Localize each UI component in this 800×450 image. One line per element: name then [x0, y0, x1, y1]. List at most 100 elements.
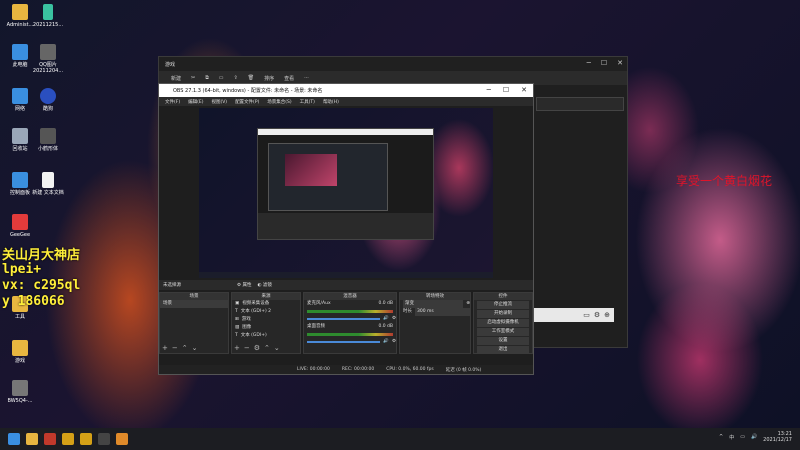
stop-streaming-button[interactable]: 停止推流 [477, 301, 529, 309]
menu-edit[interactable]: 编辑(E) [188, 99, 203, 105]
transitions-dock: 转场特效 渐变 ⊕ 时长 300 ms [399, 292, 471, 354]
file-explorer-icon[interactable] [26, 433, 38, 445]
network-icon [12, 88, 28, 104]
menu-file[interactable]: 文件(F) [165, 99, 180, 105]
exit-button[interactable]: 退出 [477, 346, 529, 354]
more-button[interactable]: ··· [304, 75, 309, 81]
delete-button[interactable]: 🗑 [248, 75, 254, 81]
copy-button[interactable]: ⧉ [205, 75, 209, 81]
add-icon[interactable]: ⊕ [604, 311, 610, 319]
filters-button[interactable]: ◐ 滤镜 [257, 282, 271, 288]
obs-docks: 场景 场景 + − ⌃ ⌄ 来源 ▣ 视频采集设备 T 文本 (GDI+) 2 ⊞ 游戏 ▧… [159, 292, 533, 354]
desktop-icon-bw5q4[interactable]: BW5Q4-... [0, 380, 40, 404]
text-file-icon [42, 172, 54, 188]
desktop-icon-geegee[interactable]: GeeGee [0, 214, 40, 238]
source-item[interactable]: ▣ 视频采集设备 [232, 300, 300, 308]
volume-slider[interactable]: 🔊 ⚙ [304, 338, 396, 346]
minimize-icon[interactable]: ─ [487, 86, 491, 94]
obs-window[interactable]: OBS 27.1.3 (64-bit, windows) - 配置文件: 未命名… [158, 83, 534, 375]
duration-input[interactable]: 300 ms [415, 308, 470, 316]
desktop-icon-games[interactable]: 游戏 [0, 340, 40, 364]
clock[interactable]: 13:21 2021/12/17 [763, 431, 792, 443]
menu-scene-collection[interactable]: 场景集合(S) [267, 99, 291, 105]
overlay-line-4: y 186066 [2, 294, 65, 309]
source-toolbar: 未选择源 ⚙ 属性 ◐ 滤镜 [159, 280, 533, 290]
menu-tools[interactable]: 工具(T) [300, 99, 315, 105]
app-icon [40, 128, 56, 144]
controls-dock: 控件 停止推流 开始录制 启动虚拟摄像机 工作室模式 设置 退出 [473, 292, 533, 354]
settings-button[interactable]: 设置 [477, 337, 529, 345]
minimize-icon[interactable]: ─ [587, 59, 591, 67]
source-item[interactable]: ▧ 图像 [232, 324, 300, 332]
studio-mode-button[interactable]: 工作室模式 [477, 328, 529, 336]
desktop-icon-kugou[interactable]: 酷狗 [28, 88, 68, 112]
music-icon [40, 88, 56, 104]
preview-nested-preview [268, 143, 388, 211]
preview-taskbar [199, 272, 493, 278]
app-icon[interactable] [62, 433, 74, 445]
desktop-icon-phone[interactable]: 20211215... [28, 4, 68, 28]
paste-button[interactable]: ▭ [219, 75, 224, 81]
settings-icon[interactable]: ⚙ [594, 311, 600, 319]
menu-help[interactable]: 帮助(H) [323, 99, 339, 105]
geegee-icon [12, 214, 28, 230]
folder-icon [12, 4, 28, 20]
menu-profile[interactable]: 配置文件(P) [235, 99, 259, 105]
menu-view[interactable]: 视图(V) [211, 99, 227, 105]
speaker-icon: 🔊 [383, 316, 389, 321]
desktop-icon-text-doc[interactable]: 新建 文本文档 [28, 172, 68, 196]
virtual-camera-button[interactable]: 启动虚拟摄像机 [477, 319, 529, 327]
phone-icon [43, 4, 53, 20]
source-item[interactable]: T 文本 (GDI+) [232, 332, 300, 340]
start-icon[interactable] [8, 433, 20, 445]
desktop-icon-xiaohe[interactable]: 小鹤形体 [28, 128, 68, 152]
new-button[interactable]: 新建 [171, 75, 181, 82]
windows-taskbar: ^ 中 ▭ 🔊 13:21 2021/12/17 [0, 428, 800, 450]
scene-item[interactable]: 场景 [160, 300, 228, 308]
view-details-icon[interactable]: ▭ [583, 311, 590, 319]
obs-icon[interactable] [98, 433, 110, 445]
scene-controls: + − ⌃ ⌄ [162, 344, 198, 352]
source-controls: + − ⚙ ⌃ ⌄ [234, 344, 280, 352]
folder-icon [12, 340, 28, 356]
cut-button[interactable]: ✂ [191, 75, 195, 81]
input-method-icon[interactable]: 中 [729, 434, 734, 441]
obs-preview[interactable] [199, 108, 493, 278]
add-icon: ⊕ [466, 301, 470, 306]
network-icon[interactable]: ▭ [740, 434, 745, 440]
app-icon[interactable] [44, 433, 56, 445]
overlay-wechat: vx: c295ql [2, 278, 81, 293]
explorer-status-area: ▭ ⚙ ⊕ [528, 308, 614, 322]
properties-button[interactable]: ⚙ 属性 [237, 282, 251, 288]
start-recording-button[interactable]: 开始录制 [477, 310, 529, 318]
sort-button[interactable]: 排序 [264, 75, 274, 82]
explorer-window-controls: ─ ☐ ✕ [587, 59, 623, 67]
source-item[interactable]: ⊞ 游戏 [232, 316, 300, 324]
source-item[interactable]: T 文本 (GDI+) 2 [232, 308, 300, 316]
app-icon[interactable] [116, 433, 128, 445]
share-button[interactable]: ⇪ [234, 75, 238, 81]
transition-select[interactable]: 渐变 ⊕ [400, 300, 470, 308]
volume-icon[interactable]: 🔊 [751, 434, 757, 440]
speaker-icon: 🔊 [383, 339, 389, 344]
computer-icon [12, 44, 28, 60]
overlay-shop-name: 关山月大神店 [2, 248, 81, 263]
desktop-icon-qq-image[interactable]: QQ图片20211204... [28, 44, 68, 74]
chevron-up-icon[interactable]: ^ [719, 434, 723, 440]
explorer-titlebar[interactable]: 游戏 [159, 57, 627, 71]
view-button[interactable]: 查看 [284, 75, 294, 82]
overlay-line-2: lpei+ [2, 262, 42, 277]
app-icon[interactable] [80, 433, 92, 445]
volume-slider[interactable]: 🔊 ⚙ [304, 315, 396, 323]
maximize-icon[interactable]: ☐ [503, 86, 509, 94]
preview-nested-obs [257, 128, 434, 240]
sources-dock: 来源 ▣ 视频采集设备 T 文本 (GDI+) 2 ⊞ 游戏 ▧ 图像 T 文本 (GDI… [231, 292, 301, 354]
obs-titlebar[interactable]: OBS 27.1.3 (64-bit, windows) - 配置文件: 未命名… [159, 84, 533, 97]
explorer-search-input[interactable] [536, 97, 624, 111]
audio-meter [307, 333, 393, 336]
gear-icon: ⚙ [391, 339, 396, 344]
maximize-icon[interactable]: ☐ [601, 59, 607, 67]
close-icon[interactable]: ✕ [521, 86, 527, 94]
recycle-bin-icon [12, 128, 28, 144]
close-icon[interactable]: ✕ [617, 59, 623, 67]
